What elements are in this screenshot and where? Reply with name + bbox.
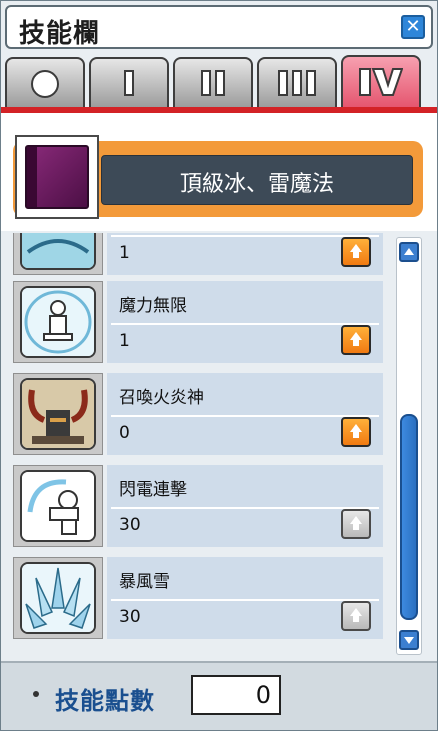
- skill-level: 30: [119, 607, 141, 627]
- spellbook-icon: [15, 135, 99, 219]
- skill-name: 暴風雪: [119, 572, 170, 592]
- skill-name: 閃電連擊: [119, 480, 187, 500]
- partial-skill-icon[interactable]: [20, 233, 96, 270]
- list-item: 魔力無限 1: [9, 279, 385, 367]
- window-title: 技能欄: [19, 19, 101, 49]
- tab-job-4[interactable]: [341, 55, 421, 107]
- category-header: 頂級冰、雷魔法: [1, 113, 437, 231]
- level-up-button[interactable]: [341, 417, 371, 447]
- arrow-down-icon: [404, 637, 414, 644]
- close-button[interactable]: ✕: [401, 15, 425, 39]
- level-up-button[interactable]: [341, 237, 371, 267]
- level-up-button-disabled[interactable]: [341, 601, 371, 631]
- skill-points-field: 0: [191, 675, 281, 715]
- level-up-button-disabled[interactable]: [341, 509, 371, 539]
- roman-one-icon: [124, 70, 134, 96]
- skill-level: 1: [119, 331, 130, 351]
- list-item: 召喚火炎神 0: [9, 371, 385, 459]
- skill-list-scrollbar[interactable]: [396, 237, 422, 655]
- skill-level: 30: [119, 515, 141, 535]
- list-item: 1: [9, 233, 385, 279]
- scroll-thumb[interactable]: [400, 414, 418, 620]
- tab-job-1[interactable]: [89, 57, 169, 107]
- skill-level: 1: [119, 243, 130, 263]
- roman-three-icon: [259, 70, 335, 96]
- list-item: 閃電連擊 30: [9, 463, 385, 551]
- skill-points-value: 0: [255, 681, 271, 709]
- tab-job-3[interactable]: [257, 57, 337, 107]
- scroll-down-button[interactable]: [399, 630, 419, 650]
- skill-list: 1 魔力無限 1 召喚火炎神 0 閃電連擊 30 暴風雪 30: [9, 233, 385, 651]
- infinity-skill-icon[interactable]: [20, 286, 96, 358]
- skill-points-label: 技能點數: [55, 687, 155, 715]
- roman-four-icon: [343, 68, 419, 96]
- category-title: 頂級冰、雷魔法: [179, 172, 334, 197]
- close-icon: ✕: [405, 16, 421, 37]
- title-bar[interactable]: 技能欄 ✕: [5, 5, 433, 49]
- circle-icon: [31, 70, 59, 98]
- chain-lightning-skill-icon[interactable]: [20, 470, 96, 542]
- roman-two-icon: [175, 70, 251, 96]
- bullet-icon: [33, 691, 39, 697]
- skill-name: 魔力無限: [119, 296, 187, 316]
- ifrit-skill-icon[interactable]: [20, 378, 96, 450]
- list-item: 暴風雪 30: [9, 555, 385, 643]
- blizzard-skill-icon[interactable]: [20, 562, 96, 634]
- skill-window: 技能欄 ✕ 頂級冰、雷魔法 1 魔力無限 1 召喚火炎神 0 閃電連擊 30 暴…: [0, 0, 438, 731]
- arrow-up-icon: [404, 248, 414, 255]
- skill-points-footer: 技能點數 0: [1, 661, 437, 730]
- skill-level: 0: [119, 423, 130, 443]
- level-up-button[interactable]: [341, 325, 371, 355]
- scroll-up-button[interactable]: [399, 242, 419, 262]
- job-tabs: [5, 55, 435, 107]
- skill-name: 召喚火炎神: [119, 388, 204, 408]
- tab-beginner[interactable]: [5, 57, 85, 107]
- tab-job-2[interactable]: [173, 57, 253, 107]
